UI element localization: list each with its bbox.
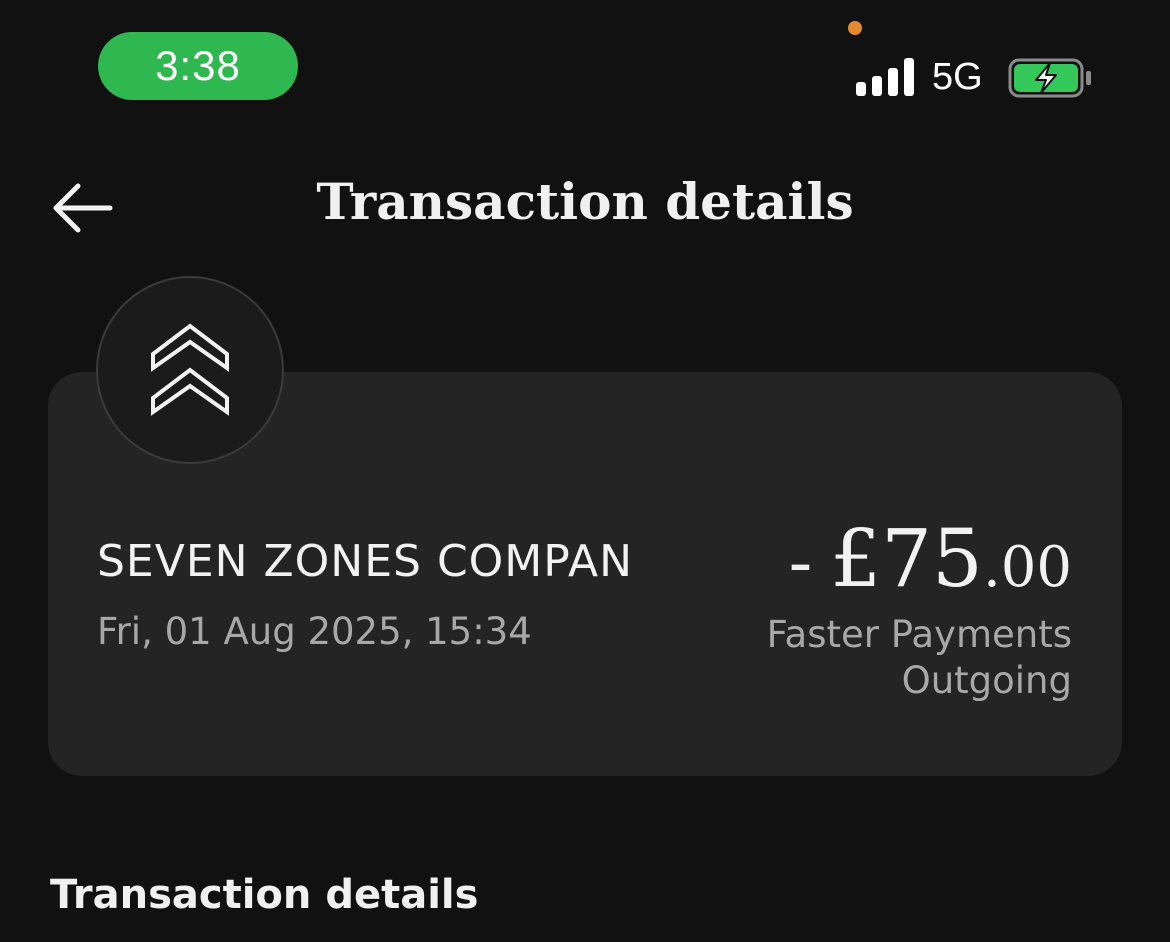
page-title: Transaction details <box>316 172 854 231</box>
double-chevron-up-icon <box>151 323 229 416</box>
battery-charging-icon <box>1008 58 1094 98</box>
amount-sign: - <box>788 521 813 603</box>
privacy-indicator-dot <box>848 21 862 35</box>
transaction-date: Fri, 01 Aug 2025, 15:34 <box>97 610 532 653</box>
section-heading: Transaction details <box>50 872 479 918</box>
network-type: 5G <box>932 56 983 98</box>
merchant-name: SEVEN ZONES COMPAN <box>97 536 633 587</box>
payment-type-method: Faster Payments <box>766 613 1072 656</box>
payment-type-direction: Outgoing <box>901 659 1072 702</box>
signal-icon <box>856 58 916 96</box>
amount-minor: .00 <box>982 535 1072 600</box>
payment-type: Faster Payments Outgoing <box>652 612 1072 704</box>
amount-major: £75 <box>830 512 983 605</box>
merchant-avatar <box>96 276 284 464</box>
status-time: 3:38 <box>98 32 298 100</box>
transaction-details-screen: 3:38 5G Transaction details SEVEN ZONES … <box>0 0 1170 942</box>
transaction-amount: - £75.00 <box>789 512 1072 605</box>
